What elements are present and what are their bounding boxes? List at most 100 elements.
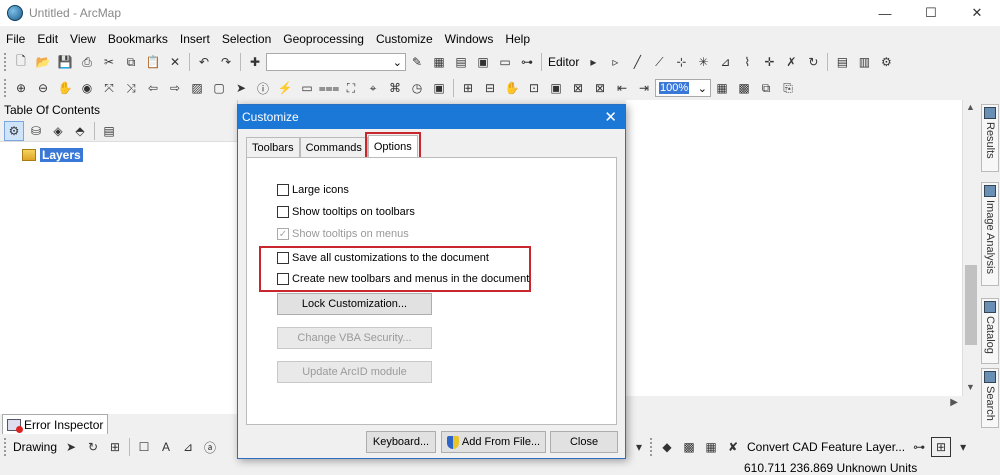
raster-icon[interactable]: ▩ xyxy=(679,437,699,457)
add-data-icon[interactable]: ✚ xyxy=(245,52,265,72)
data-driven-pages-icon[interactable]: ⎘ xyxy=(778,78,798,98)
viewer-window-icon[interactable]: ▣ xyxy=(429,78,449,98)
menu-help[interactable]: Help xyxy=(499,32,536,46)
zoom-100-icon[interactable]: ▣ xyxy=(546,78,566,98)
tab-toolbars[interactable]: Toolbars xyxy=(246,137,300,157)
text-icon[interactable]: A xyxy=(156,437,176,457)
toc-options-icon[interactable]: ▤ xyxy=(99,121,119,141)
tab-options[interactable]: Options xyxy=(364,132,421,160)
toolbar-grip[interactable] xyxy=(4,53,8,71)
toggle-draft-mode-icon[interactable]: ▦ xyxy=(712,78,732,98)
feature-class-icon[interactable]: ◆ xyxy=(657,437,677,457)
side-tab-results[interactable]: Results xyxy=(981,104,999,172)
paste-icon[interactable]: 📋 xyxy=(143,52,163,72)
clear-selection-icon[interactable]: ▢ xyxy=(209,78,229,98)
convert-cad-tool[interactable]: Convert CAD Feature Layer... xyxy=(747,440,905,454)
new-document-icon[interactable]: 🗋 xyxy=(11,52,31,72)
html-popup-icon[interactable]: ▭ xyxy=(297,78,317,98)
layout-pan-icon[interactable]: ✋ xyxy=(502,78,522,98)
sketch-properties-icon[interactable]: ✳ xyxy=(693,52,713,72)
scroll-right-icon[interactable]: ▶ xyxy=(950,397,958,408)
mosaic-icon[interactable]: ▦ xyxy=(701,437,721,457)
option-save-customizations[interactable]: Save all customizations to the document xyxy=(277,252,489,264)
option-large-icons[interactable]: Large icons xyxy=(277,184,349,196)
menu-file[interactable]: File xyxy=(0,32,31,46)
identify-icon[interactable]: ⓘ xyxy=(253,78,273,98)
lock-customization-button[interactable]: Lock Customization... xyxy=(277,293,432,315)
menu-view[interactable]: View xyxy=(64,32,102,46)
add-tool-icon[interactable]: ⊞ xyxy=(931,437,952,457)
zoom-whole-page-icon[interactable]: ⊡ xyxy=(524,78,544,98)
minimize-button[interactable]: — xyxy=(862,0,908,26)
forward-icon[interactable]: ⇨ xyxy=(165,78,185,98)
cut-polygon-icon[interactable]: ✗ xyxy=(781,52,801,72)
scale-combo[interactable]: ⌄ xyxy=(266,53,406,71)
select-elements-icon[interactable]: ➤ xyxy=(231,78,251,98)
editor-menu[interactable]: Editor xyxy=(548,55,579,69)
model-builder-icon[interactable]: ⊶ xyxy=(517,52,537,72)
add-from-file-button[interactable]: Add From File... xyxy=(441,431,546,453)
error-inspector-tab[interactable]: Error Inspector xyxy=(2,414,109,434)
cut-icon[interactable]: ✂ xyxy=(99,52,119,72)
scroll-down-icon[interactable]: ▼ xyxy=(966,382,975,392)
rotate-icon[interactable]: ↻ xyxy=(803,52,823,72)
delete-icon[interactable]: ✕ xyxy=(165,52,185,72)
create-toolbars-checkbox[interactable] xyxy=(277,273,289,285)
maximize-button[interactable]: ☐ xyxy=(908,0,954,26)
tooltips-toolbars-checkbox[interactable] xyxy=(277,206,289,218)
zoom-level-combo[interactable]: 100% ⌄ xyxy=(655,79,711,97)
scroll-up-icon[interactable]: ▲ xyxy=(966,102,975,112)
edit-tool-icon[interactable]: ▸ xyxy=(583,52,603,72)
copy-icon[interactable]: ⧉ xyxy=(121,52,141,72)
fixed-zoom-out-icon[interactable]: ⤨ xyxy=(121,78,141,98)
zoom-in-icon[interactable]: ⊕ xyxy=(11,78,31,98)
zoom-to-elements-icon[interactable]: ⊞ xyxy=(105,437,125,457)
tab-commands[interactable]: Commands xyxy=(299,137,368,157)
previous-extent-icon[interactable]: ⇤ xyxy=(612,78,632,98)
option-create-toolbars[interactable]: Create new toolbars and menus in the doc… xyxy=(277,273,529,285)
python-icon[interactable]: ▭ xyxy=(495,52,515,72)
dialog-close-button[interactable]: Close xyxy=(550,431,618,453)
straight-segment-icon[interactable]: ╱ xyxy=(627,52,647,72)
fixed-zoom-out-layout-icon[interactable]: ⊠ xyxy=(590,78,610,98)
scrollbar-thumb[interactable] xyxy=(965,265,977,345)
option-tooltips-toolbars[interactable]: Show tooltips on toolbars xyxy=(277,206,415,218)
zoom-out-icon[interactable]: ⊖ xyxy=(33,78,53,98)
select-features-icon[interactable]: ▨ xyxy=(187,78,207,98)
split-icon[interactable]: ✛ xyxy=(759,52,779,72)
redo-icon[interactable]: ↷ xyxy=(216,52,236,72)
layout-zoom-in-icon[interactable]: ⊞ xyxy=(458,78,478,98)
model-icon[interactable]: ⊶ xyxy=(909,437,929,457)
edit-annotation-icon[interactable]: ▹ xyxy=(605,52,625,72)
menu-windows[interactable]: Windows xyxy=(439,32,500,46)
layout-zoom-out-icon[interactable]: ⊟ xyxy=(480,78,500,98)
tool-icon[interactable]: ✘ xyxy=(723,437,743,457)
attributes-icon[interactable]: ▤ xyxy=(832,52,852,72)
full-extent-icon[interactable]: ◉ xyxy=(77,78,97,98)
undo-icon[interactable]: ↶ xyxy=(194,52,214,72)
toolbar-grip[interactable] xyxy=(650,438,654,456)
pan-icon[interactable]: ✋ xyxy=(55,78,75,98)
menu-customize[interactable]: Customize xyxy=(370,32,439,46)
toolbox-icon[interactable]: ▣ xyxy=(473,52,493,72)
focus-data-frame-icon[interactable]: ▩ xyxy=(734,78,754,98)
save-customizations-checkbox[interactable] xyxy=(277,252,289,264)
point-icon[interactable]: ⊹ xyxy=(671,52,691,72)
list-by-drawing-order-icon[interactable]: ⚙ xyxy=(4,120,24,141)
side-tab-search[interactable]: Search xyxy=(981,368,999,428)
edit-vertices-icon[interactable]: ⊿ xyxy=(178,437,198,457)
list-by-source-icon[interactable]: ⛁ xyxy=(26,121,46,141)
list-by-visibility-icon[interactable]: ◈ xyxy=(48,121,68,141)
back-icon[interactable]: ⇦ xyxy=(143,78,163,98)
editor-toolbar-icon[interactable]: ✎ xyxy=(407,52,427,72)
open-folder-icon[interactable]: 📂 xyxy=(33,52,53,72)
map-vertical-scrollbar[interactable]: ▲ ▼ xyxy=(962,100,978,396)
menu-bookmarks[interactable]: Bookmarks xyxy=(102,32,174,46)
toolbar-grip[interactable] xyxy=(4,438,8,456)
side-tab-catalog[interactable]: Catalog xyxy=(981,298,999,364)
dialog-close-icon[interactable]: ✕ xyxy=(604,108,617,126)
create-features-icon[interactable]: ▥ xyxy=(854,52,874,72)
menu-selection[interactable]: Selection xyxy=(216,32,277,46)
large-icons-checkbox[interactable] xyxy=(277,184,289,196)
find-icon[interactable]: ⛶ xyxy=(341,78,361,98)
